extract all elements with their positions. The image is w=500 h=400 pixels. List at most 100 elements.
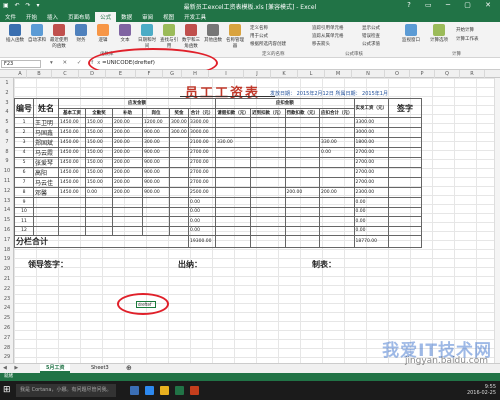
ribbon-button-1[interactable]: 自动求和 xyxy=(26,24,48,43)
cell-fine[interactable] xyxy=(284,147,320,158)
ribbon-button-4[interactable]: 逻辑 xyxy=(92,24,114,43)
cell-net[interactable]: 0.00 xyxy=(353,225,389,236)
column-header[interactable]: J xyxy=(244,70,271,78)
cell-signature[interactable] xyxy=(388,137,422,148)
cell-post[interactable] xyxy=(142,225,170,236)
cell-fine[interactable]: 200.00 xyxy=(284,187,320,198)
cell-name[interactable]: 张爱琴 xyxy=(33,157,59,168)
cell-base[interactable]: 1450.00 xyxy=(58,167,86,178)
cell-no[interactable]: 3 xyxy=(14,137,34,148)
cell-base[interactable]: 1450.00 xyxy=(58,137,86,148)
cell-dsum[interactable] xyxy=(319,127,355,138)
tab-4[interactable]: 公式 xyxy=(95,12,117,22)
cell-total[interactable]: 0.00 xyxy=(188,197,216,208)
cell-fine[interactable] xyxy=(284,177,320,188)
tab-3[interactable]: 页面布局 xyxy=(63,12,95,22)
ribbon-button-10[interactable]: 名称管理器 xyxy=(224,24,246,49)
row-header[interactable]: 27 xyxy=(0,335,14,341)
cell-leave[interactable] xyxy=(215,206,251,217)
cell-net[interactable]: 2700.00 xyxy=(353,147,389,158)
row-header[interactable]: 11 xyxy=(0,178,14,184)
column-header[interactable]: K xyxy=(271,70,298,78)
row-header[interactable]: 13 xyxy=(0,198,14,204)
cell-dsum[interactable] xyxy=(319,225,355,236)
row-header[interactable]: 29 xyxy=(0,354,14,360)
cell-leave[interactable] xyxy=(215,127,251,138)
excel-icon[interactable] xyxy=(175,386,184,395)
cell-base[interactable]: 1450.00 xyxy=(58,157,86,168)
cell-base[interactable] xyxy=(58,216,86,227)
tab-1[interactable]: 开始 xyxy=(21,12,42,22)
tab-6[interactable]: 审阅 xyxy=(137,12,158,22)
system-tray[interactable]: 9:55 2016-02-25 xyxy=(467,384,496,396)
cell-signature[interactable] xyxy=(388,147,422,158)
calculate-now-button[interactable]: 开始计算 xyxy=(456,27,474,33)
cell-fine[interactable] xyxy=(284,127,320,138)
cell-full[interactable] xyxy=(85,206,113,217)
cell-no[interactable]: 12 xyxy=(14,225,34,236)
cell-post[interactable]: 900.00 xyxy=(142,167,170,178)
cell-net[interactable]: 0.00 xyxy=(353,197,389,208)
define-name-button[interactable]: 定义名称 xyxy=(250,25,268,31)
cell-total[interactable]: 0.00 xyxy=(188,216,216,227)
cell-full[interactable]: 150.00 xyxy=(85,157,113,168)
use-in-formula-button[interactable]: 用于公式 xyxy=(250,33,268,39)
column-header[interactable]: R xyxy=(460,70,485,78)
cell-late[interactable] xyxy=(250,157,286,168)
cell-late[interactable] xyxy=(250,137,286,148)
cell-leave[interactable] xyxy=(215,197,251,208)
cell-base[interactable]: 1450.00 xyxy=(58,117,86,128)
explorer-icon[interactable] xyxy=(160,386,169,395)
cell-bonus[interactable] xyxy=(169,147,189,158)
column-header[interactable]: N xyxy=(352,70,385,78)
sheet-nav-arrows[interactable]: ◀ ▶ xyxy=(3,365,21,371)
cell-net[interactable]: 2700.00 xyxy=(353,157,389,168)
cell-fine[interactable] xyxy=(284,117,320,128)
cell-bonus[interactable] xyxy=(169,157,189,168)
cell-full[interactable]: 150.00 xyxy=(85,167,113,178)
cell-base[interactable]: 1450.00 xyxy=(58,127,86,138)
cell-no[interactable]: 4 xyxy=(14,147,34,158)
trace-dependents-button[interactable]: 追踪从属单元格 xyxy=(312,33,344,39)
cell-bonus[interactable] xyxy=(169,137,189,148)
cell-name[interactable] xyxy=(33,197,59,208)
row-header[interactable]: 23 xyxy=(0,296,14,302)
cell-dsum[interactable] xyxy=(319,216,355,227)
column-header[interactable]: F xyxy=(136,70,163,78)
row-header[interactable]: 1 xyxy=(0,80,14,86)
cell-signature[interactable] xyxy=(388,167,422,178)
cell-full[interactable]: 0.00 xyxy=(85,187,113,198)
cell-no[interactable]: 1 xyxy=(14,117,34,128)
tab-2[interactable]: 插入 xyxy=(42,12,63,22)
cell-dsum[interactable] xyxy=(319,177,355,188)
cell-leave[interactable] xyxy=(215,216,251,227)
row-header[interactable]: 21 xyxy=(0,276,14,282)
cell-signature[interactable] xyxy=(388,216,422,227)
column-header[interactable]: Q xyxy=(435,70,460,78)
cell-net[interactable]: 2700.00 xyxy=(353,167,389,178)
cell-sub[interactable]: 200.00 xyxy=(112,137,143,148)
cell-bonus[interactable] xyxy=(169,225,189,236)
cell-name[interactable]: 马云霞 xyxy=(33,147,59,158)
cell-full[interactable] xyxy=(85,216,113,227)
cell-leave[interactable] xyxy=(215,147,251,158)
cell-late[interactable] xyxy=(250,167,286,178)
cell-name[interactable]: 马云佳 xyxy=(33,177,59,188)
cell-sub[interactable] xyxy=(112,206,143,217)
row-header[interactable]: 22 xyxy=(0,286,14,292)
cell-fine[interactable] xyxy=(284,197,320,208)
cell-fine[interactable] xyxy=(284,206,320,217)
error-checking-button[interactable]: 错误检查 xyxy=(362,33,380,39)
ribbon-button-8[interactable]: 数学和三角函数 xyxy=(180,24,202,49)
tab-0[interactable]: 文件 xyxy=(0,12,21,22)
column-header[interactable]: I xyxy=(209,70,244,78)
cell-leave[interactable]: 330.00 xyxy=(215,137,251,148)
calculate-sheet-button[interactable]: 计算工作表 xyxy=(456,36,479,42)
cell-post[interactable]: 1200.00 xyxy=(142,117,170,128)
cell-total[interactable]: 0.00 xyxy=(188,225,216,236)
calc-options-button[interactable]: 计算选项 xyxy=(428,24,450,43)
cell-signature[interactable] xyxy=(388,157,422,168)
cell-total[interactable]: 3000.00 xyxy=(188,127,216,138)
row-header[interactable]: 3 xyxy=(0,100,14,106)
cell-sub[interactable]: 200.00 xyxy=(112,157,143,168)
